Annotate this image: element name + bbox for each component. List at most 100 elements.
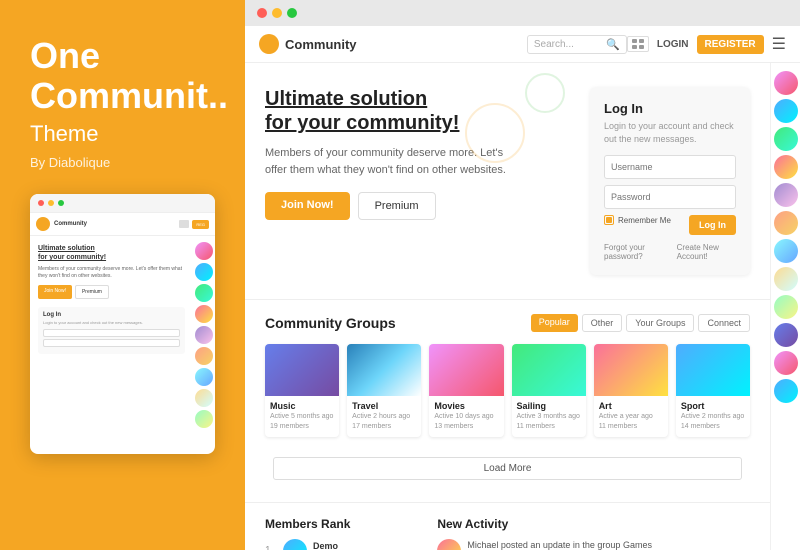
grid-icon [632, 39, 644, 49]
center-content: Ultimate solution for your community! Me… [245, 63, 770, 550]
filter-other[interactable]: Other [582, 314, 623, 332]
rank-avatar-1 [283, 539, 307, 550]
mini-avatar-6 [195, 347, 213, 365]
mini-join-btn[interactable]: Join Now! [38, 285, 72, 299]
rank-item-1: 1. Demo 1/1,000 points [265, 539, 421, 550]
activity-text-1: Michael posted an update in the group Ga… [467, 539, 652, 550]
mini-username-input[interactable] [43, 329, 180, 337]
sidebar-avatar-9 [774, 295, 798, 319]
mini-avatar-3 [195, 284, 213, 302]
hero-title-line1: Ultimate solution [265, 88, 427, 110]
dot-green [287, 8, 297, 18]
bottom-sections: Members Rank 1. Demo 1/1,000 points New … [245, 502, 770, 550]
section-header: Community Groups Popular Other Your Grou… [265, 314, 750, 332]
mini-avatar-2 [195, 263, 213, 281]
mini-avatar-7 [195, 368, 213, 386]
group-card-sailing[interactable]: Sailing Active 3 months ago11 members [512, 344, 586, 437]
rank-info-1: Demo 1/1,000 points [313, 541, 421, 550]
group-meta-sailing: Active 3 months ago11 members [517, 412, 581, 432]
group-name-sailing: Sailing [517, 401, 581, 411]
group-card-art[interactable]: Art Active a year ago11 members [594, 344, 668, 437]
sidebar-avatar-6 [774, 211, 798, 235]
filter-connect[interactable]: Connect [698, 314, 750, 332]
filter-your-groups[interactable]: Your Groups [626, 314, 694, 332]
username-input[interactable] [604, 155, 736, 179]
login-box: Log In Login to your account and check o… [590, 87, 750, 275]
mini-nav-icons: REG [179, 220, 209, 229]
mini-nav: Community REG [30, 213, 215, 236]
mini-hero-title: Ultimate solutionfor your community! [38, 244, 185, 262]
forgot-password-link[interactable]: Forgot your password? [604, 243, 669, 261]
create-account-link[interactable]: Create New Account! [677, 243, 736, 261]
dot-red [257, 8, 267, 18]
hero-title: Ultimate solution for your community! [265, 87, 570, 135]
brand-by: By Diabolique [30, 155, 215, 170]
search-icon: 🔍 [606, 38, 620, 51]
search-box[interactable]: Search... 🔍 [527, 35, 627, 54]
groups-grid: Music Active 5 months ago19 members Trav… [265, 344, 750, 437]
mini-dot-yellow [48, 200, 54, 206]
nav-login-link[interactable]: LOGIN [657, 39, 689, 50]
sidebar-avatar-4 [774, 155, 798, 179]
mini-logo [36, 217, 50, 231]
group-meta-sport: Active 2 months ago14 members [681, 412, 745, 432]
groups-title: Community Groups [265, 315, 531, 331]
nav-icons: LOGIN REGISTER ☰ [627, 34, 786, 54]
checkbox-icon [604, 215, 614, 225]
group-card-music[interactable]: Music Active 5 months ago19 members [265, 344, 339, 437]
login-button[interactable]: Log In [689, 215, 736, 235]
nav-logo [259, 34, 279, 54]
brand-one: One [30, 35, 100, 76]
remember-row: Remember Me Log In [604, 215, 736, 235]
mini-community-label: Community [54, 221, 87, 227]
right-sidebar [770, 63, 800, 550]
members-rank-section: Members Rank 1. Demo 1/1,000 points [265, 517, 421, 550]
mini-password-input[interactable] [43, 339, 180, 347]
group-name-travel: Travel [352, 401, 416, 411]
community-groups-section: Community Groups Popular Other Your Grou… [245, 300, 770, 502]
group-card-sport[interactable]: Sport Active 2 months ago14 members [676, 344, 750, 437]
mini-avatar-1 [195, 242, 213, 260]
members-rank-title: Members Rank [265, 517, 421, 531]
load-more-button[interactable]: Load More [273, 457, 742, 480]
mini-login-box: Log In Login to your account and check o… [38, 307, 185, 354]
nav-brand-label: Community [285, 37, 357, 52]
group-image-music [265, 344, 339, 396]
activity-content-1: Michael posted an update in the group Ga… [467, 539, 652, 550]
sidebar-avatar-12 [774, 379, 798, 403]
new-activity-title: New Activity [437, 517, 750, 531]
mini-hero-text: Members of your community deserve more. … [38, 266, 185, 279]
group-info-art: Art Active a year ago11 members [594, 396, 668, 437]
top-nav: Community Search... 🔍 LOGIN REGISTER ☰ [245, 26, 800, 63]
group-info-sport: Sport Active 2 months ago14 members [676, 396, 750, 437]
mini-avatar-9 [195, 410, 213, 428]
sidebar-avatar-3 [774, 127, 798, 151]
hero-buttons: Join Now! Premium [265, 192, 570, 220]
mini-traffic-lights [30, 194, 215, 213]
filter-popular[interactable]: Popular [531, 314, 578, 332]
left-panel: One Communit.. Theme By Diabolique Commu… [0, 0, 245, 550]
brand-community: Communit.. [30, 75, 228, 116]
login-subtitle: Login to your account and check out the … [604, 120, 736, 145]
group-card-travel[interactable]: Travel Active 2 hours ago17 members [347, 344, 421, 437]
nav-register-btn[interactable]: REGISTER [697, 35, 764, 54]
mini-dot-red [38, 200, 44, 206]
nav-hamburger-icon[interactable]: ☰ [772, 34, 786, 54]
group-meta-art: Active a year ago11 members [599, 412, 663, 432]
mini-premium-btn[interactable]: Premium [75, 285, 109, 299]
group-info-sailing: Sailing Active 3 months ago11 members [512, 396, 586, 437]
group-info-music: Music Active 5 months ago19 members [265, 396, 339, 437]
sidebar-avatar-7 [774, 239, 798, 263]
remember-me-checkbox[interactable]: Remember Me [604, 215, 671, 225]
premium-button[interactable]: Premium [358, 192, 436, 220]
nav-grid-icon[interactable] [627, 36, 649, 52]
mini-avatar-5 [195, 326, 213, 344]
login-title: Log In [604, 101, 736, 116]
load-more-section: Load More [265, 449, 750, 488]
mini-preview: Community REG Ultimate solutionfor your … [30, 194, 215, 454]
group-image-art [594, 344, 668, 396]
password-input[interactable] [604, 185, 736, 209]
group-card-movies[interactable]: Movies Active 10 days ago13 members [429, 344, 503, 437]
join-now-button[interactable]: Join Now! [265, 192, 350, 220]
filter-tabs: Popular Other Your Groups Connect [531, 314, 750, 332]
